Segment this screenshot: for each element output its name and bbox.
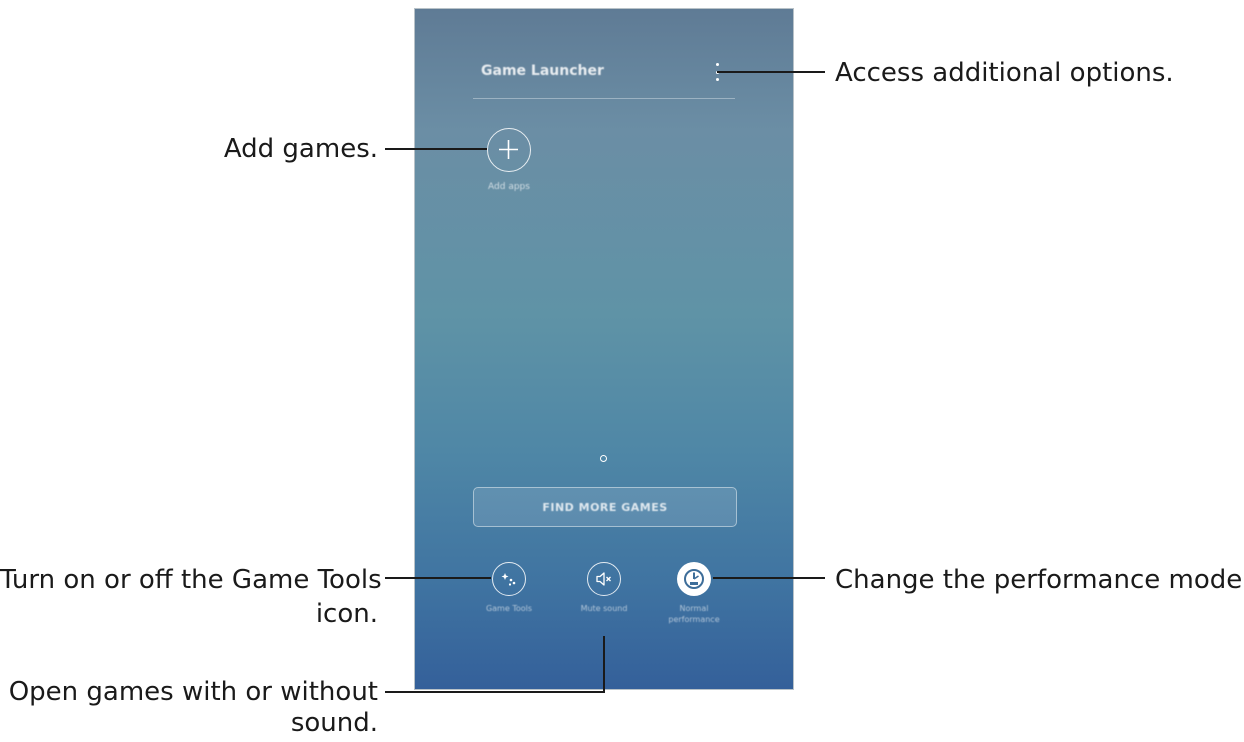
options-callout-line [717,71,825,73]
app-title: Game Launcher [481,63,604,79]
find-more-games-label: FIND MORE GAMES [542,500,668,514]
find-more-games-button[interactable]: FIND MORE GAMES [473,487,737,527]
header-divider [473,98,735,99]
performance-label: Normal performance [668,604,720,624]
add-games-callout: Add games. [223,134,378,164]
sound-callout-horizontal-line [385,691,605,693]
game-tools-icon [501,573,516,586]
sound-callout-line1: Open games with or without [8,677,378,707]
game-tools-label: Game Tools [485,604,533,613]
game-tools-callout-line2: icon. [315,599,378,629]
options-callout: Access additional options. [835,58,1174,88]
mute-icon [596,572,611,586]
add-games-button[interactable] [487,128,531,172]
performance-mode-button[interactable] [677,562,711,596]
page-indicator [600,455,607,462]
mute-sound-label: Mute sound [580,604,628,613]
plus-icon [499,140,518,159]
sound-callout-vertical-line [603,636,605,693]
mute-sound-button[interactable] [587,562,621,596]
sound-callout-line2: sound. [290,708,378,738]
game-tools-button[interactable] [492,562,526,596]
performance-icon [684,569,704,589]
add-apps-label: Add apps [488,182,530,192]
performance-callout: Change the performance mode. [835,565,1244,595]
add-games-callout-line [385,148,487,150]
game-launcher-screen: Game Launcher Add apps FIND MORE GAMES G… [414,8,794,690]
game-tools-callout-line1: Turn on or off the Game Tools [0,565,382,595]
game-tools-callout-line [385,577,491,579]
performance-callout-line [713,577,825,579]
